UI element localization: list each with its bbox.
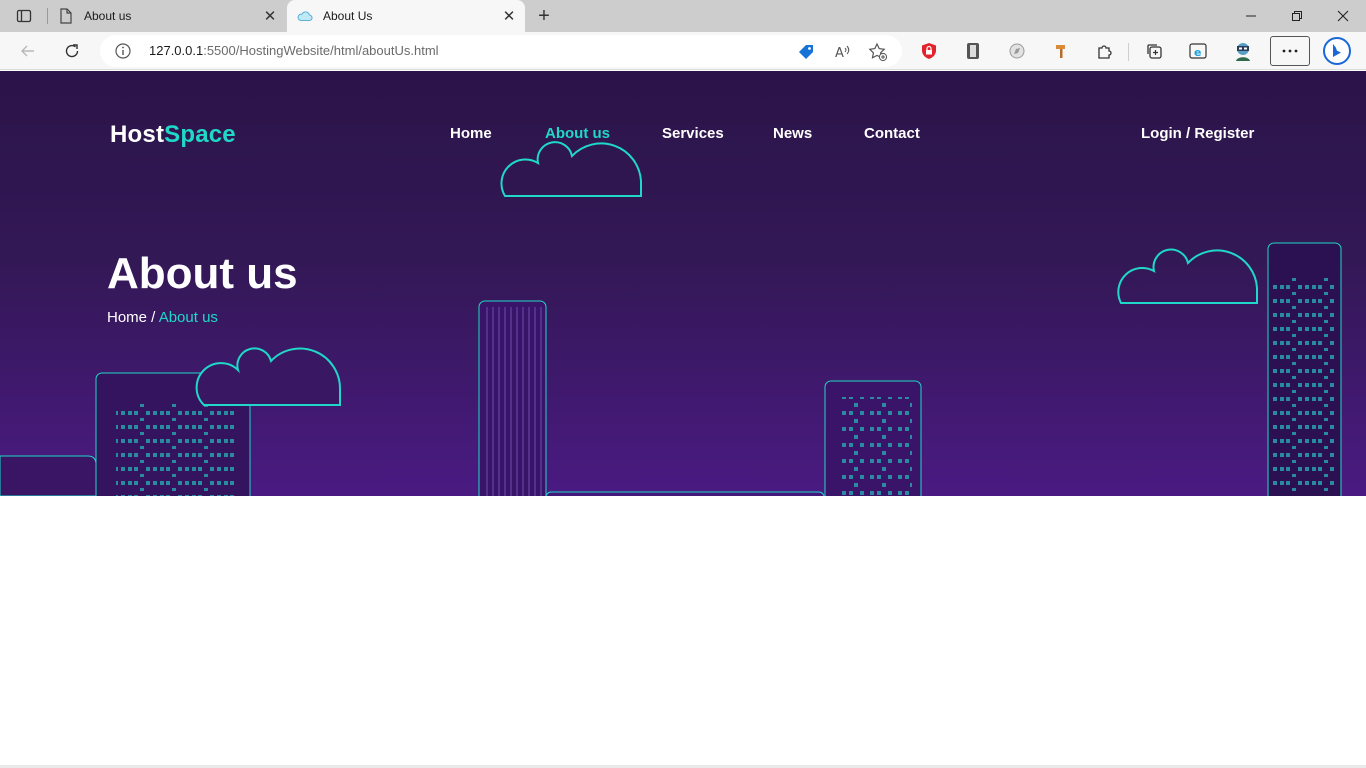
login-register-link[interactable]: Login / Register: [1141, 125, 1254, 142]
extension-film-icon[interactable]: [958, 36, 988, 66]
svg-text:A: A: [835, 46, 844, 61]
add-favorite-icon[interactable]: [868, 42, 888, 62]
close-icon[interactable]: ✕: [258, 4, 282, 28]
refresh-button[interactable]: [57, 36, 87, 66]
building-mid-right: [824, 380, 922, 496]
cloud-icon: [1117, 248, 1258, 304]
nav-contact[interactable]: Contact: [864, 125, 920, 142]
adblock-shield-icon[interactable]: [914, 36, 944, 66]
building-striped-tower: [478, 300, 547, 496]
compass-extension-icon[interactable]: [1002, 36, 1032, 66]
bing-chat-icon[interactable]: [1321, 35, 1353, 67]
tab-title: About us: [84, 9, 132, 23]
nav-home[interactable]: Home: [450, 125, 492, 142]
nav-services[interactable]: Services: [662, 125, 724, 142]
breadcrumb-home[interactable]: Home: [107, 309, 147, 326]
building-right-tall: [1267, 242, 1342, 496]
back-button[interactable]: [13, 36, 43, 66]
building-left-low: [0, 455, 97, 496]
profile-avatar-icon[interactable]: [1228, 36, 1258, 66]
tab-about-us[interactable]: About us ✕: [48, 0, 286, 32]
site-logo[interactable]: HostSpace: [110, 121, 236, 149]
hero-banner: HostSpace Home About us Services News Co…: [0, 71, 1366, 496]
page-title: About us: [107, 249, 298, 298]
cloud-icon: [297, 8, 313, 24]
address-bar[interactable]: 127.0.0.1:5500/HostingWebsite/html/about…: [100, 35, 902, 67]
close-window-button[interactable]: [1320, 0, 1366, 32]
building-flat: [545, 491, 825, 496]
tab-about-us-active[interactable]: About Us ✕: [287, 0, 525, 32]
url-text[interactable]: 127.0.0.1:5500/HostingWebsite/html/about…: [149, 43, 439, 58]
cloud-icon: [195, 347, 342, 406]
breadcrumb-current: About us: [158, 309, 218, 326]
toolbar-separator: [1128, 43, 1129, 61]
restore-button[interactable]: [1274, 0, 1320, 32]
breadcrumb-separator: /: [147, 309, 159, 326]
tab-actions-icon[interactable]: [8, 4, 40, 28]
breadcrumb: Home / About us: [107, 309, 218, 326]
page-icon: [58, 8, 74, 24]
close-icon[interactable]: ✕: [497, 4, 521, 28]
nav-about-us[interactable]: About us: [545, 125, 610, 142]
cloud-icon: [500, 141, 642, 197]
coupon-tag-icon[interactable]: [796, 42, 816, 62]
settings-more-button[interactable]: [1270, 36, 1310, 66]
web-page: HostSpace Home About us Services News Co…: [0, 71, 1366, 766]
info-icon[interactable]: [114, 42, 132, 60]
internet-explorer-mode-icon[interactable]: e: [1183, 36, 1213, 66]
collections-icon[interactable]: [1139, 36, 1169, 66]
browser-toolbar: 127.0.0.1:5500/HostingWebsite/html/about…: [0, 32, 1366, 70]
new-tab-button[interactable]: +: [532, 4, 556, 28]
nav-news[interactable]: News: [773, 125, 812, 142]
tab-title: About Us: [323, 9, 373, 23]
read-aloud-icon[interactable]: A: [832, 42, 852, 62]
extensions-puzzle-icon[interactable]: [1090, 36, 1120, 66]
svg-text:e: e: [1194, 46, 1201, 59]
browser-tab-bar: About us ✕ About Us ✕ +: [0, 0, 1366, 32]
minimize-button[interactable]: [1228, 0, 1274, 32]
hammer-extension-icon[interactable]: [1047, 36, 1077, 66]
